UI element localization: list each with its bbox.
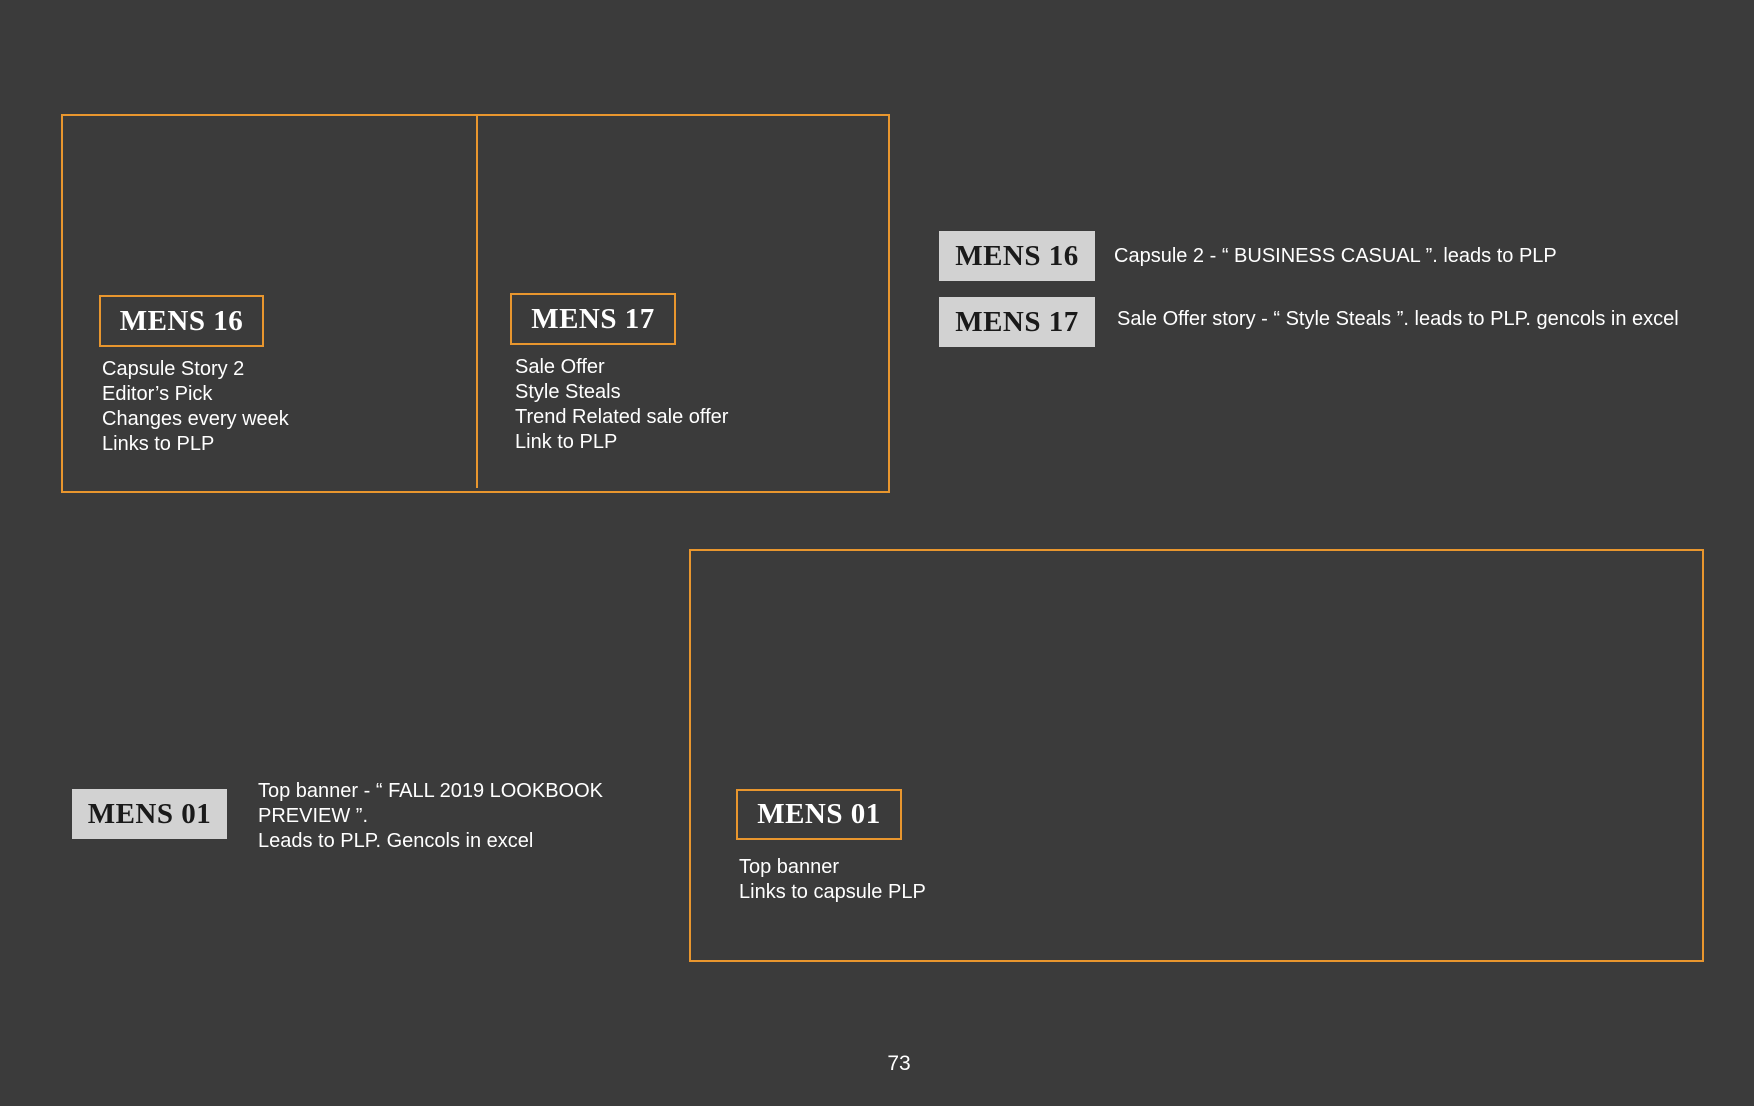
legend-mens01-text: Top banner - “ FALL 2019 LOOKBOOK PREVIE… [258,779,603,854]
mens01-frame-description: Top banner Links to capsule PLP [739,855,926,905]
description-line: Links to PLP [102,433,215,455]
mens16-frame-tag: MENS 16 [99,295,264,347]
legend-line: Top banner - “ FALL 2019 LOOKBOOK [258,780,603,802]
mens17-frame-description: Sale Offer Style Steals Trend Related sa… [515,355,728,455]
description-line: Top banner [739,856,840,878]
description-line: Link to PLP [515,431,618,453]
description-line: Sale Offer [515,356,605,378]
mens16-frame-description: Capsule Story 2 Editor’s Pick Changes ev… [102,357,289,457]
page-number: 73 [887,1052,911,1075]
description-line: Capsule Story 2 [102,358,245,380]
mens01-frame-tag: MENS 01 [736,789,902,840]
legend-mens17-text: Sale Offer story - “ Style Steals ”. lea… [1117,308,1679,330]
description-line: Editor’s Pick [102,383,213,405]
mens17-frame-tag: MENS 17 [510,293,676,345]
description-line: Changes every week [102,408,289,430]
description-line: Links to capsule PLP [739,881,926,903]
top-module-divider [476,116,478,488]
legend-mens16-text: Capsule 2 - “ BUSINESS CASUAL ”. leads t… [1114,245,1557,267]
legend-mens17-tag: MENS 17 [939,297,1095,347]
legend-mens01-tag: MENS 01 [72,789,227,839]
legend-line: Leads to PLP. Gencols in excel [258,830,534,852]
description-line: Style Steals [515,381,621,403]
legend-mens16-tag: MENS 16 [939,231,1095,281]
description-line: Trend Related sale offer [515,406,729,428]
legend-line: PREVIEW ”. [258,805,369,827]
